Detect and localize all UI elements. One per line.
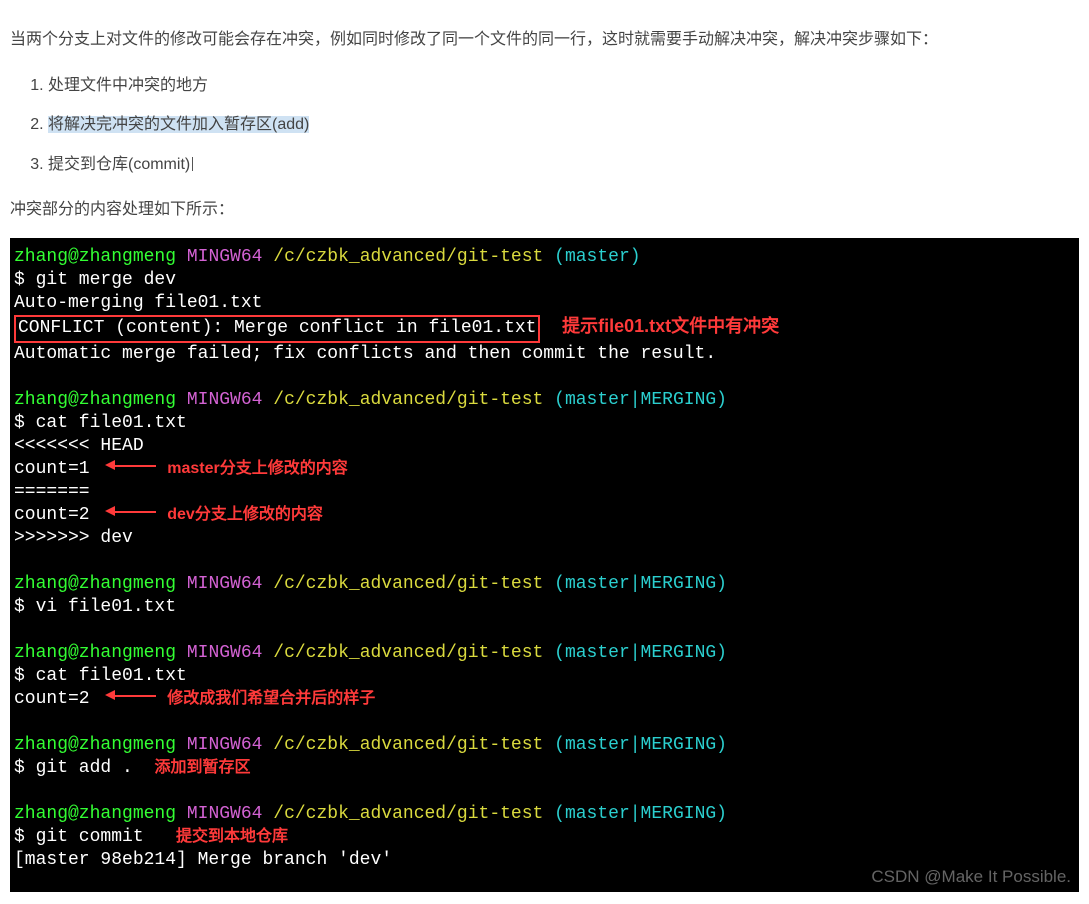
arrow-icon (100, 507, 156, 517)
step-2: 将解决完冲突的文件加入暂存区(add) (48, 112, 1079, 138)
terminal: zhang@zhangmeng MINGW64 /c/czbk_advanced… (10, 238, 1079, 892)
out-automerging: Auto-merging file01.txt (14, 292, 1075, 315)
cmd-vi: $ vi file01.txt (14, 596, 1075, 619)
step-1: 处理文件中冲突的地方 (48, 73, 1079, 99)
prompt-line: zhang@zhangmeng MINGW64 /c/czbk_advanced… (14, 389, 1075, 412)
blank (14, 711, 1075, 734)
blank (14, 550, 1075, 573)
steps-list: 处理文件中冲突的地方 将解决完冲突的文件加入暂存区(add) 提交到仓库(com… (10, 73, 1079, 178)
conflict-devmark: >>>>>>> dev (14, 527, 1075, 550)
blank (14, 619, 1075, 642)
arrow-icon (100, 691, 156, 701)
add-note: 添加到暂存区 (154, 759, 250, 776)
out-conflict-line: CONFLICT (content): Merge conflict in fi… (14, 315, 1075, 342)
count2-line: count=2 dev分支上修改的内容 (14, 504, 1075, 527)
after-note: 修改成我们希望合并后的样子 (167, 690, 375, 707)
conflict-hint: 提示file01.txt文件中有冲突 (562, 316, 779, 336)
count1-line: count=1 master分支上修改的内容 (14, 458, 1075, 481)
step-3-text: 提交到仓库(commit) (48, 156, 193, 173)
conflict-head: <<<<<<< HEAD (14, 435, 1075, 458)
master-note: master分支上修改的内容 (167, 460, 347, 477)
prompt-line: zhang@zhangmeng MINGW64 /c/czbk_advanced… (14, 246, 1075, 269)
dev-note: dev分支上修改的内容 (167, 506, 323, 523)
prompt-host: MINGW64 (187, 247, 263, 267)
cmd-cat2: $ cat file01.txt (14, 665, 1075, 688)
step-3: 提交到仓库(commit) (48, 152, 1079, 178)
cmd-cat1: $ cat file01.txt (14, 412, 1075, 435)
prompt-line: zhang@zhangmeng MINGW64 /c/czbk_advanced… (14, 573, 1075, 596)
prompt-branch: (master) (554, 247, 640, 267)
conflict-box: CONFLICT (content): Merge conflict in fi… (14, 315, 540, 342)
prompt-line: zhang@zhangmeng MINGW64 /c/czbk_advanced… (14, 734, 1075, 757)
cmd-add-line: $ git add . 添加到暂存区 (14, 757, 1075, 780)
prompt-user: zhang@zhangmeng (14, 247, 176, 267)
blank (14, 780, 1075, 803)
prompt-line: zhang@zhangmeng MINGW64 /c/czbk_advanced… (14, 803, 1075, 826)
cmd-merge: $ git merge dev (14, 269, 1075, 292)
prompt-line: zhang@zhangmeng MINGW64 /c/czbk_advanced… (14, 642, 1075, 665)
arrow-icon (100, 461, 156, 471)
conflict-sep: ======= (14, 481, 1075, 504)
cmd-commit-line: $ git commit 提交到本地仓库 (14, 826, 1075, 849)
out-commit-result: [master 98eb214] Merge branch 'dev' (14, 849, 1075, 872)
out-failed: Automatic merge failed; fix conflicts an… (14, 343, 1075, 366)
commit-note: 提交到本地仓库 (176, 828, 288, 845)
prompt-path: /c/czbk_advanced/git-test (273, 247, 543, 267)
blank (14, 366, 1075, 389)
subintro-paragraph: 冲突部分的内容处理如下所示： (10, 196, 1079, 225)
step-2-text: 将解决完冲突的文件加入暂存区(add) (48, 116, 309, 133)
count2b-line: count=2 修改成我们希望合并后的样子 (14, 688, 1075, 711)
intro-paragraph: 当两个分支上对文件的修改可能会存在冲突，例如同时修改了同一个文件的同一行，这时就… (10, 26, 1079, 55)
